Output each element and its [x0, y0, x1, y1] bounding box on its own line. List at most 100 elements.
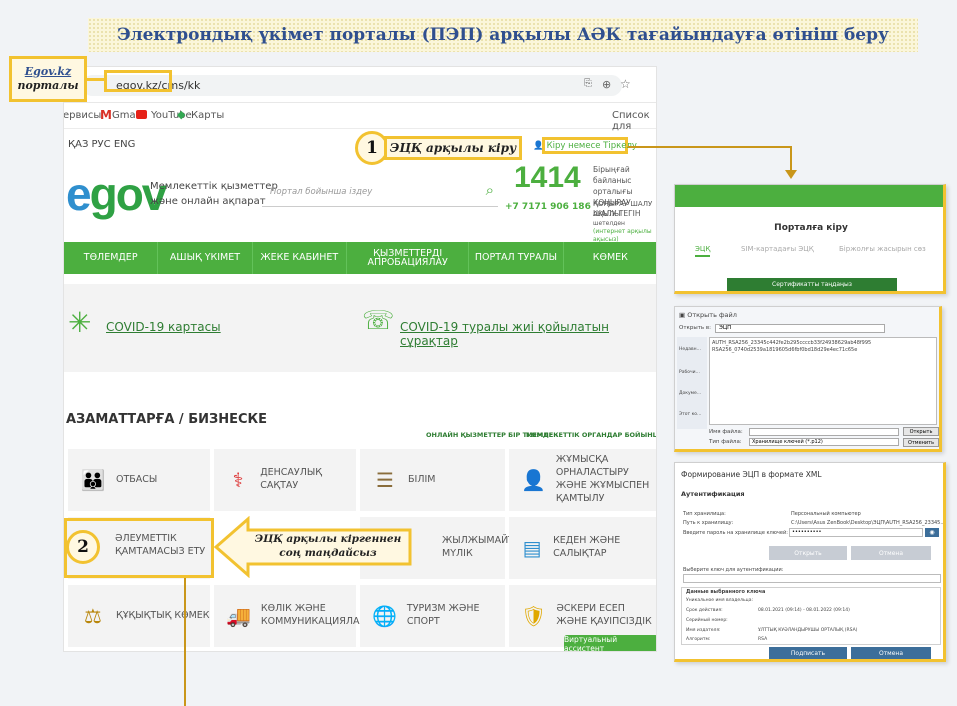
tile-label: ӘЛЕУМЕТТІК ҚАМТАМАСЫЗ ЕТУ [115, 533, 206, 557]
login-panel: Порталға кіру ЭЦҚ SIM-картадағы ЭЦҚ Бірж… [674, 184, 946, 294]
faq-icon: ☏ [362, 306, 395, 336]
bookmark-maps[interactable]: Карты [191, 110, 224, 121]
portal-callout-line2: порталы [17, 79, 79, 92]
nav-about-portal[interactable]: ПОРТАЛ ТУРАЛЫ [469, 242, 564, 274]
login-panel-header [675, 185, 943, 207]
place-documents[interactable]: Докуме... [679, 391, 701, 396]
key-select[interactable] [683, 574, 941, 583]
books-icon: ☰ [376, 468, 394, 492]
tab-sim-eds[interactable]: SIM-картадағы ЭЦҚ [741, 245, 814, 253]
tile-tourism[interactable]: 🌐 ТУРИЗМ ЖӘНЕ СПОРТ [360, 585, 505, 647]
file-name-input[interactable] [749, 428, 899, 436]
file-item[interactable]: RSA256_0740d2539a1819605d6fbf0bd18d29e4e… [712, 347, 857, 353]
nav-personal-cabinet[interactable]: ЖЕКЕ КАБИНЕТ [253, 242, 347, 274]
slide-title-text: Электрондық үкімет порталы (ПЭП) арқылы … [117, 25, 889, 45]
xml-open-button[interactable]: Открыть [769, 546, 847, 560]
sign-button[interactable]: Подписать [769, 647, 847, 659]
key-algo-label: Алгоритм: [686, 637, 711, 642]
shield-icon: 🛡 [521, 604, 547, 628]
language-switch[interactable]: ҚАЗ РУС ENG [68, 139, 135, 150]
nav-service-approbation[interactable]: ҚЫЗМЕТТЕРДІ АПРОБАЦИЯЛАУ [347, 242, 470, 274]
places-bar: Недавн... Рабочи... Докуме... Этот ко... [677, 337, 707, 429]
virus-icon: ✳ [68, 306, 92, 339]
zoom-icon[interactable]: ⊕ [602, 78, 611, 91]
step1-connector [628, 146, 792, 148]
worker-icon: 👤 [521, 468, 546, 492]
folder-icon: ▣ [679, 311, 688, 319]
nav-help[interactable]: КӨМЕК [564, 242, 656, 274]
password-label: Введите пароль на хранилище ключей: [683, 530, 788, 536]
tile-label: ОТБАСЫ [116, 473, 158, 485]
family-icon: 👪 [80, 468, 106, 492]
translate-icon[interactable]: ⎘ [584, 78, 592, 89]
file-dialog: ▣ Открыть файл Открыть в: ЭЦП Недавн... … [674, 306, 942, 452]
eye-icon[interactable]: ◉ [925, 528, 939, 537]
file-dialog-title: ▣ Открыть файл [679, 311, 737, 319]
tab-eds[interactable]: ЭЦҚ [695, 245, 711, 257]
login-text: Кіру немесе Тіркелу [546, 140, 637, 151]
storage-path-label: Путь к хранилищу: [683, 520, 734, 526]
sign-cancel-button[interactable]: Отмена [851, 647, 931, 659]
login-register-link[interactable]: 👤 Кіру немесе Тіркелу [533, 137, 637, 154]
place-recent[interactable]: Недавн... [679, 347, 701, 352]
covid-banner: ✳ COVID-19 картасы ☏ COVID-19 туралы жиі… [64, 284, 656, 372]
search-icon[interactable]: ⌕ [486, 181, 494, 199]
auth-section: Аутентификация [681, 490, 745, 498]
portal-callout-line1: Egov.kz [24, 64, 72, 78]
open-in-label: Открыть в: [679, 325, 711, 331]
nav-payments[interactable]: ТӨЛЕМДЕР [64, 242, 159, 274]
file-list: AUTH_RSA256_23345c442fe2b295ccccb33f2493… [709, 337, 937, 425]
login-panel-title: Порталға кіру [774, 223, 848, 233]
step2-label-2: соң таңдайсыз [279, 547, 377, 560]
tile-legal-aid[interactable]: ⚖ ҚҰҚЫҚТЫҚ КӨМЕК [68, 585, 210, 647]
gmail-icon: M [100, 108, 112, 122]
key-validity-label: Срок действия: [686, 608, 723, 613]
tile-label: КӨЛІК ЖӘНЕ КОММУНИКАЦИЯЛАР [260, 603, 366, 627]
covid-map-link[interactable]: COVID-19 картасы [106, 320, 221, 334]
tile-family[interactable]: 👪 ОТБАСЫ [68, 449, 210, 511]
place-desktop[interactable]: Рабочи... [679, 370, 700, 375]
tab-otp[interactable]: Біржолғы жасырын сөз [839, 245, 926, 253]
cancel-button[interactable]: Отменить [903, 438, 939, 447]
phone-paid[interactable]: +7 7171 906 186 [505, 202, 591, 212]
xml-cancel-button[interactable]: Отмена [851, 546, 931, 560]
password-input[interactable]: •••••••••• [789, 528, 923, 537]
open-button[interactable]: Открыть [903, 427, 939, 436]
gov-bodies-link[interactable]: МЕМЛЕКЕТТІК ОРГАНДАР БОЙЫНША ҚЫЗМЕТТЕР › [526, 431, 656, 439]
main-nav: ТӨЛЕМДЕР АШЫҚ ҮКІМЕТ ЖЕКЕ КАБИНЕТ ҚЫЗМЕТ… [64, 242, 656, 274]
choose-certificate-button[interactable]: Сертификатты таңдаңыз [727, 278, 897, 291]
file-item[interactable]: AUTH_RSA256_23345c442fe2b295ccccb33f2493… [712, 340, 871, 346]
receipt-icon: ▤ [522, 536, 542, 560]
tile-label: БІЛІМ [408, 473, 436, 485]
file-type-select[interactable]: Хранилище ключей (*.p12) [749, 438, 899, 446]
phone-1414-line1: Бірыңғай байланыс орталығы [593, 165, 633, 196]
bookmarks-bar: Сервисы M Gmail YouTube ◆ Карты Список д… [64, 103, 656, 132]
tile-label: ЖҰМЫСҚА ОРНАЛАСТЫРУ ЖӘНЕ ЖҰМЫСПЕН ҚАМТЫЛ… [555, 454, 650, 504]
tile-customs[interactable]: ▤ КЕДЕН ЖӘНЕ САЛЫҚТАР [509, 517, 656, 579]
reading-list[interactable]: Список для [612, 110, 656, 132]
virtual-assistant-button[interactable]: Виртуальный ассистент [564, 635, 656, 651]
xml-sign-panel: Формирование ЭЦП в формате XML Аутентифи… [674, 462, 946, 662]
bookmark-star-icon[interactable]: ☆ [620, 77, 631, 91]
tile-employment[interactable]: 👤 ЖҰМЫСҚА ОРНАЛАСТЫРУ ЖӘНЕ ЖҰМЫСПЕН ҚАМТЫ… [509, 449, 656, 511]
tile-education[interactable]: ☰ БІЛІМ [360, 449, 505, 511]
bookmark-youtube[interactable]: YouTube [151, 110, 192, 121]
tile-health[interactable]: ⚕ ДЕНСАУЛЫҚ САҚТАУ [214, 449, 356, 511]
search-input[interactable]: Портал бойынша іздеу ⌕ [262, 177, 498, 207]
nav-open-government[interactable]: АШЫҚ ҮКІМЕТ [158, 242, 253, 274]
folder-select[interactable]: ЭЦП [715, 324, 885, 333]
arrow-down-icon [785, 170, 797, 179]
logo-caption-1: Мемлекеттік қызметтер [150, 181, 278, 192]
phone-1414[interactable]: 1414 [514, 161, 581, 195]
tile-transport[interactable]: 🚚 КӨЛІК ЖӘНЕ КОММУНИКАЦИЯЛАР [214, 585, 365, 647]
place-computer[interactable]: Этот ко... [679, 412, 701, 417]
key-validity-value: 08.01.2021 (09:14) - 08.01.2022 (09:14) [758, 608, 850, 613]
key-owner-label: Уникальное имя владельца: [686, 598, 753, 603]
portal-callout-connector [87, 78, 105, 81]
covid-faq-link[interactable]: COVID-19 туралы жиі қойылатын сұрақтар [400, 320, 656, 348]
maps-icon: ◆ [177, 108, 186, 121]
truck-icon: 🚚 [226, 604, 251, 628]
bookmark-services[interactable]: Сервисы [64, 110, 101, 121]
step2-label-1: ЭЦҚ арқылы кіргеннен [254, 533, 402, 545]
user-icon: 👤 [533, 140, 544, 151]
